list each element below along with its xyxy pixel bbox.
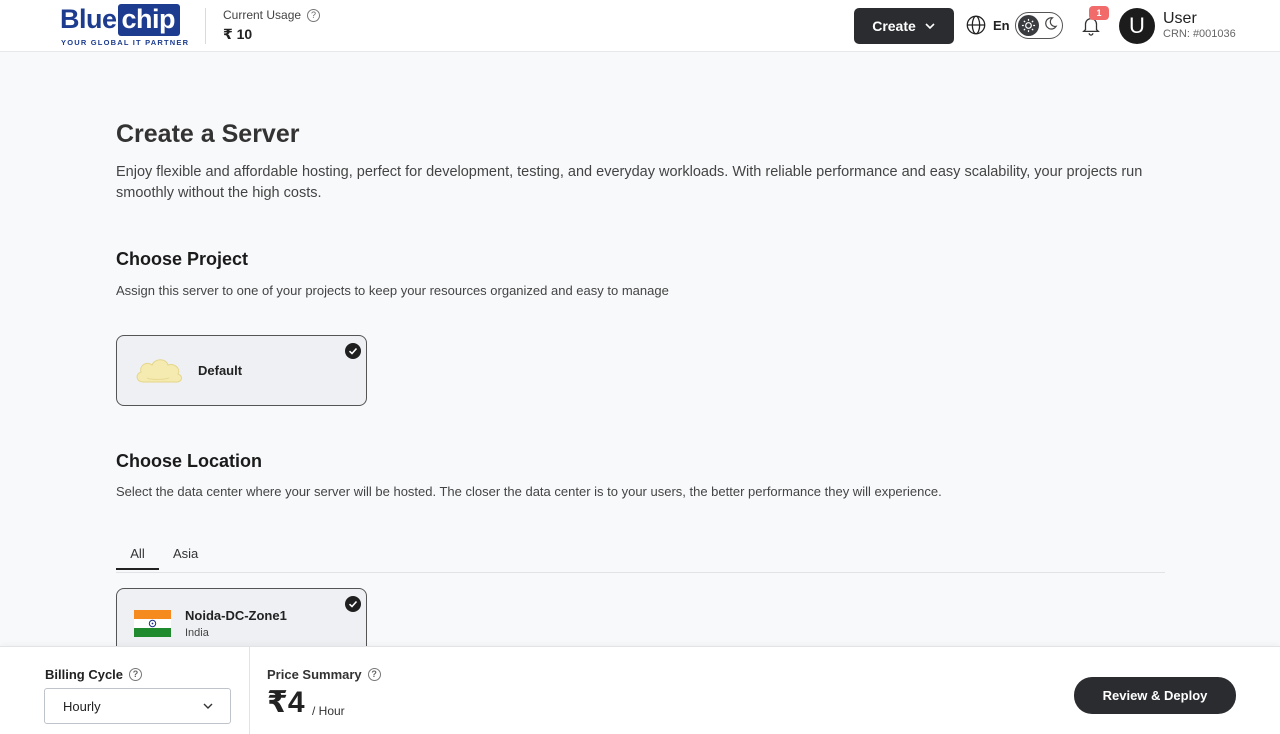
project-card-default[interactable]: Default — [116, 335, 367, 406]
price-value: ₹4 — [267, 686, 305, 719]
theme-toggle[interactable] — [1015, 12, 1063, 39]
location-tabs: All Asia — [116, 542, 1165, 573]
location-country: India — [185, 627, 209, 639]
choose-location-description: Select the data center where your server… — [116, 484, 942, 499]
create-button[interactable]: Create — [854, 8, 954, 44]
current-usage-label: Current Usage ? — [223, 8, 321, 22]
logo-tagline: YOUR GLOBAL IT PARTNER — [61, 38, 190, 47]
price-unit: / Hour — [312, 704, 345, 718]
tab-asia[interactable]: Asia — [173, 546, 198, 561]
project-name: Default — [198, 363, 243, 378]
check-circle-icon — [345, 343, 361, 359]
header-divider — [205, 8, 206, 44]
india-flag-icon — [134, 610, 171, 637]
bluechip-logo[interactable]: Blue chip YOUR GLOBAL IT PARTNER — [58, 4, 194, 48]
globe-icon — [966, 15, 986, 35]
logo-wordmark: Blue chip — [60, 4, 181, 36]
page-description: Enjoy flexible and affordable hosting, p… — [116, 164, 1143, 201]
current-usage-value: ₹ 10 — [223, 26, 253, 42]
avatar[interactable]: U — [1119, 8, 1155, 44]
choose-project-description: Assign this server to one of your projec… — [116, 283, 669, 298]
choose-project-title: Choose Project — [116, 249, 249, 269]
language-selector[interactable]: En — [965, 14, 1010, 36]
moon-icon — [1043, 16, 1058, 36]
billing-cycle-label: Billing Cycle ? — [45, 667, 143, 682]
cloud-icon — [136, 359, 183, 383]
help-icon[interactable]: ? — [367, 668, 381, 681]
page-title: Create a Server — [116, 120, 300, 148]
footer-divider — [249, 647, 250, 734]
user-crn: CRN: #001036 — [1163, 28, 1236, 40]
billing-cycle-select[interactable]: Hourly — [44, 688, 231, 724]
tab-all[interactable]: All — [116, 546, 159, 570]
review-deploy-button[interactable]: Review & Deploy — [1074, 677, 1236, 714]
help-icon[interactable]: ? — [307, 8, 321, 22]
top-header: Blue chip YOUR GLOBAL IT PARTNER Current … — [0, 0, 1280, 52]
choose-location-title: Choose Location — [116, 451, 263, 471]
check-circle-icon — [345, 596, 361, 612]
chevron-down-icon — [925, 23, 935, 30]
user-name[interactable]: User — [1163, 10, 1197, 28]
price-summary-label: Price Summary ? — [267, 667, 381, 682]
location-name: Noida-DC-Zone1 — [185, 608, 287, 623]
summary-footer: Billing Cycle ? Hourly Price Summary ? ₹… — [0, 646, 1280, 734]
help-icon[interactable]: ? — [129, 668, 143, 681]
sun-icon — [1018, 15, 1039, 36]
notification-badge: 1 — [1089, 6, 1109, 20]
chevron-down-icon — [203, 703, 213, 709]
